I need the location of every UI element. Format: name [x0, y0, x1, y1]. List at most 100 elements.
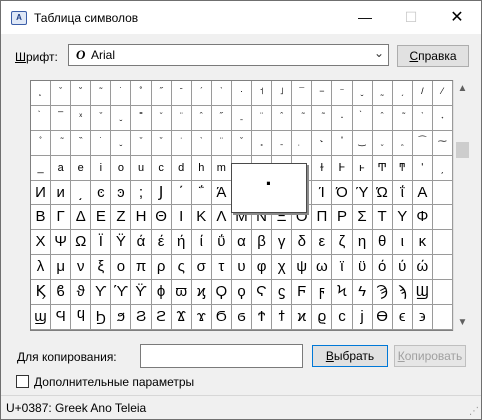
char-cell[interactable]: [432, 255, 453, 281]
char-cell[interactable]: u: [131, 155, 152, 181]
char-cell[interactable]: λ: [31, 255, 52, 281]
char-cell[interactable]: _: [31, 155, 52, 181]
char-cell[interactable]: ω: [312, 255, 333, 281]
char-cell[interactable]: Ϝ: [292, 280, 313, 306]
char-cell[interactable]: ̈: [252, 105, 273, 131]
char-cell[interactable]: ι: [392, 230, 413, 256]
char-cell[interactable]: ʹ: [412, 155, 433, 181]
char-cell[interactable]: ˆ: [191, 105, 212, 131]
char-cell[interactable]: ΰ: [211, 230, 232, 256]
char-cell[interactable]: ̃: [312, 105, 333, 131]
char-cell[interactable]: ˋ: [211, 81, 232, 106]
char-cell[interactable]: ̋: [211, 105, 232, 131]
select-button[interactable]: Выбрать: [312, 345, 388, 367]
resize-grip-icon[interactable]: ⋰: [469, 406, 479, 417]
char-cell[interactable]: δ: [292, 230, 313, 256]
char-cell[interactable]: ϗ: [191, 280, 212, 306]
help-button[interactable]: Справка: [397, 45, 469, 67]
char-cell[interactable]: ⁻: [332, 81, 353, 106]
char-cell[interactable]: i: [91, 155, 112, 181]
minimize-button[interactable]: —: [342, 1, 388, 34]
char-cell[interactable]: ό: [372, 255, 393, 281]
char-cell[interactable]: ̀: [31, 105, 52, 131]
char-cell[interactable]: ¯: [292, 81, 313, 106]
char-cell[interactable]: ϰ: [292, 305, 313, 330]
char-cell[interactable]: κ: [412, 230, 433, 256]
char-cell[interactable]: ˚: [131, 81, 152, 106]
title-bar[interactable]: A Таблица символов — ☐ ✕: [1, 1, 481, 34]
char-cell[interactable]: ̃: [51, 130, 72, 156]
char-cell[interactable]: Δ: [71, 205, 92, 231]
char-cell[interactable]: Λ: [211, 205, 232, 231]
char-cell[interactable]: Ϯ: [252, 305, 273, 330]
char-cell[interactable]: ˙: [91, 130, 112, 156]
char-cell[interactable]: ‿: [352, 130, 373, 156]
char-cell[interactable]: ̈: [211, 130, 232, 156]
char-cell[interactable]: [432, 180, 453, 206]
char-cell[interactable]: ά: [131, 230, 152, 256]
char-cell[interactable]: ̏: [71, 130, 92, 156]
char-cell[interactable]: ͽ: [111, 180, 132, 206]
char-cell[interactable]: Κ: [191, 205, 212, 231]
char-cell[interactable]: Ϣ: [412, 280, 433, 306]
char-cell[interactable]: ϫ: [191, 305, 212, 330]
char-cell[interactable]: ̌: [91, 105, 112, 131]
char-cell[interactable]: ϲ: [332, 305, 353, 330]
char-cell[interactable]: ϧ: [111, 305, 132, 330]
char-cell[interactable]: θ: [372, 230, 393, 256]
char-cell[interactable]: ύ: [392, 255, 413, 281]
char-cell[interactable]: ɫ: [312, 155, 333, 181]
char-cell[interactable]: Ϗ: [31, 280, 52, 306]
char-cell[interactable]: Β: [31, 205, 52, 231]
char-cell[interactable]: ˷: [372, 81, 393, 106]
char-cell[interactable]: ϯ: [272, 305, 293, 330]
char-cell[interactable]: Ϫ: [171, 305, 192, 330]
char-cell[interactable]: ˔: [332, 105, 353, 131]
char-cell[interactable]: ζ: [332, 230, 353, 256]
char-cell[interactable]: ̊: [332, 130, 353, 156]
char-cell[interactable]: Σ: [352, 205, 373, 231]
char-cell[interactable]: ˝: [151, 81, 172, 106]
char-cell[interactable]: ̯: [392, 130, 413, 156]
char-cell[interactable]: ͱ: [352, 155, 373, 181]
char-cell[interactable]: ϊ: [332, 255, 353, 281]
char-cell[interactable]: ϳ: [352, 305, 373, 330]
char-cell[interactable]: υ: [231, 255, 253, 281]
advanced-view-label[interactable]: Дополнительные параметры: [34, 375, 194, 389]
char-cell[interactable]: ϛ: [272, 280, 293, 306]
char-cell[interactable]: ͵: [71, 180, 92, 206]
char-cell[interactable]: ϱ: [312, 305, 333, 330]
char-cell[interactable]: −: [312, 81, 333, 106]
char-cell[interactable]: e: [71, 155, 92, 181]
char-cell[interactable]: Φ: [412, 205, 433, 231]
char-cell[interactable]: Α: [412, 180, 433, 206]
char-cell[interactable]: ̮: [372, 130, 393, 156]
chevron-down-icon[interactable]: ⌄: [374, 46, 384, 60]
char-cell[interactable]: ̅: [51, 105, 72, 131]
char-cell[interactable]: ϐ: [51, 280, 72, 306]
char-cell[interactable]: a: [51, 155, 72, 181]
char-cell[interactable]: ˳: [252, 130, 273, 156]
char-cell[interactable]: ̂: [272, 105, 293, 131]
char-cell[interactable]: Ϥ: [51, 305, 72, 330]
char-cell[interactable]: ⁀: [412, 130, 433, 156]
char-cell[interactable]: ̇: [171, 130, 192, 156]
char-cell[interactable]: ί: [191, 230, 212, 256]
scroll-down-icon[interactable]: ▼: [454, 314, 471, 331]
char-cell[interactable]: ˭: [131, 105, 152, 131]
char-cell[interactable]: ̈: [171, 105, 192, 131]
char-cell[interactable]: π: [131, 255, 152, 281]
char-cell[interactable]: Ϟ: [332, 280, 353, 306]
char-cell[interactable]: [432, 230, 453, 256]
char-cell[interactable]: έ: [151, 230, 172, 256]
char-cell[interactable]: d: [171, 155, 192, 181]
char-cell[interactable]: Ώ: [372, 180, 393, 206]
char-cell[interactable]: h: [191, 155, 212, 181]
char-cell[interactable]: ˬ: [352, 81, 373, 106]
char-cell[interactable]: ϑ: [71, 280, 92, 306]
char-cell[interactable]: Ό: [332, 180, 353, 206]
char-cell[interactable]: ϭ: [231, 305, 253, 330]
char-cell[interactable]: Γ: [51, 205, 72, 231]
char-cell[interactable]: И: [31, 180, 52, 206]
char-cell[interactable]: ϓ: [111, 280, 132, 306]
